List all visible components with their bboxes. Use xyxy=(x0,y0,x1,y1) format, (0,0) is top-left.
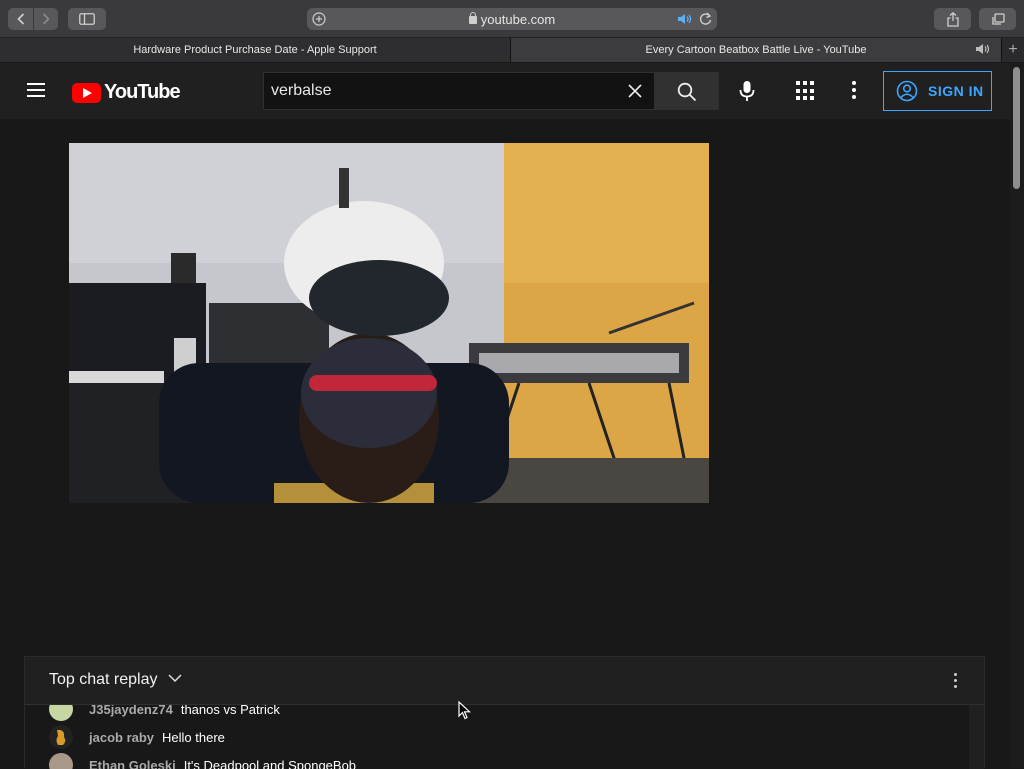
mouse-cursor-icon xyxy=(458,701,471,720)
back-button[interactable] xyxy=(8,8,33,30)
avatar-image xyxy=(49,725,73,749)
plus-icon: + xyxy=(1008,41,1017,59)
url-text: youtube.com xyxy=(481,12,555,27)
live-chat-panel: Top chat replay J35jaydenz74 thanos vs P… xyxy=(24,656,985,768)
chat-title: Top chat replay xyxy=(49,671,158,688)
menu-icon[interactable] xyxy=(27,83,45,97)
share-button[interactable] xyxy=(934,8,971,30)
chat-mode-dropdown[interactable]: Top chat replay xyxy=(49,671,182,689)
address-bar[interactable]: youtube.com xyxy=(307,8,717,30)
video-player[interactable] xyxy=(69,143,709,503)
logo-text: YouTube xyxy=(104,81,180,104)
sign-in-button[interactable]: SIGN IN xyxy=(883,71,992,111)
sign-in-label: SIGN IN xyxy=(928,83,984,99)
tab-bar: Hardware Product Purchase Date - Apple S… xyxy=(0,38,1024,62)
tab-title: Every Cartoon Beatbox Battle Live - YouT… xyxy=(646,44,867,56)
new-tab-button[interactable]: + xyxy=(1001,38,1024,62)
tab-youtube[interactable]: Every Cartoon Beatbox Battle Live - YouT… xyxy=(511,38,1001,62)
forward-button[interactable] xyxy=(33,8,58,30)
more-icon[interactable] xyxy=(852,81,857,101)
page-scrollbar[interactable] xyxy=(1010,63,1024,768)
browser-toolbar: youtube.com xyxy=(0,0,1024,38)
chat-author[interactable]: Ethan Goleski xyxy=(89,758,176,769)
chat-more-icon[interactable] xyxy=(954,673,958,689)
clear-icon[interactable] xyxy=(626,81,644,101)
scrollbar-thumb[interactable] xyxy=(1013,67,1020,189)
chat-header: Top chat replay xyxy=(25,657,984,705)
history-nav xyxy=(8,8,58,30)
url-display: youtube.com xyxy=(307,12,717,27)
audio-playing-icon[interactable] xyxy=(677,13,693,25)
avatar[interactable] xyxy=(49,753,73,769)
sidebar-button[interactable] xyxy=(68,8,106,30)
chat-text: It's Deadpool and SpongeBob xyxy=(184,758,356,769)
mic-icon[interactable] xyxy=(735,79,759,103)
chat-scrollbar[interactable] xyxy=(969,705,984,769)
chat-message: Ethan Goleski It's Deadpool and SpongeBo… xyxy=(49,753,356,769)
chat-author[interactable]: jacob raby xyxy=(89,730,154,745)
speaker-icon[interactable] xyxy=(975,43,991,55)
video-frame xyxy=(69,143,709,503)
chat-message: jacob raby Hello there xyxy=(49,725,225,749)
account-icon xyxy=(896,80,918,102)
apps-icon[interactable] xyxy=(796,81,816,101)
tab-apple-support[interactable]: Hardware Product Purchase Date - Apple S… xyxy=(0,38,511,62)
tab-title: Hardware Product Purchase Date - Apple S… xyxy=(133,44,376,56)
chevron-right-icon xyxy=(42,13,50,25)
search-value: verbalse xyxy=(271,82,331,100)
search-input[interactable]: verbalse xyxy=(263,72,655,110)
chevron-down-icon xyxy=(168,674,182,682)
chat-text: Hello there xyxy=(162,730,225,745)
search-button[interactable] xyxy=(655,72,719,110)
chat-messages: J35jaydenz74 thanos vs Patrick jacob rab… xyxy=(25,705,969,769)
chat-author[interactable]: J35jaydenz74 xyxy=(89,705,173,717)
youtube-header: YouTube verbalse SIGN IN xyxy=(0,63,1010,119)
tab-overview-icon xyxy=(991,13,1005,26)
avatar[interactable] xyxy=(49,725,73,749)
chat-text: thanos vs Patrick xyxy=(181,705,280,717)
youtube-logo[interactable]: YouTube xyxy=(72,81,180,104)
search-icon xyxy=(677,82,697,102)
youtube-play-icon xyxy=(72,83,101,103)
reload-icon[interactable] xyxy=(699,12,712,26)
chat-message: J35jaydenz74 thanos vs Patrick xyxy=(49,705,280,721)
tab-overview-button[interactable] xyxy=(979,8,1016,30)
share-icon xyxy=(947,12,959,27)
sidebar-icon xyxy=(79,13,95,25)
lock-icon xyxy=(469,16,477,24)
chevron-left-icon xyxy=(17,13,25,25)
avatar[interactable] xyxy=(49,705,73,721)
